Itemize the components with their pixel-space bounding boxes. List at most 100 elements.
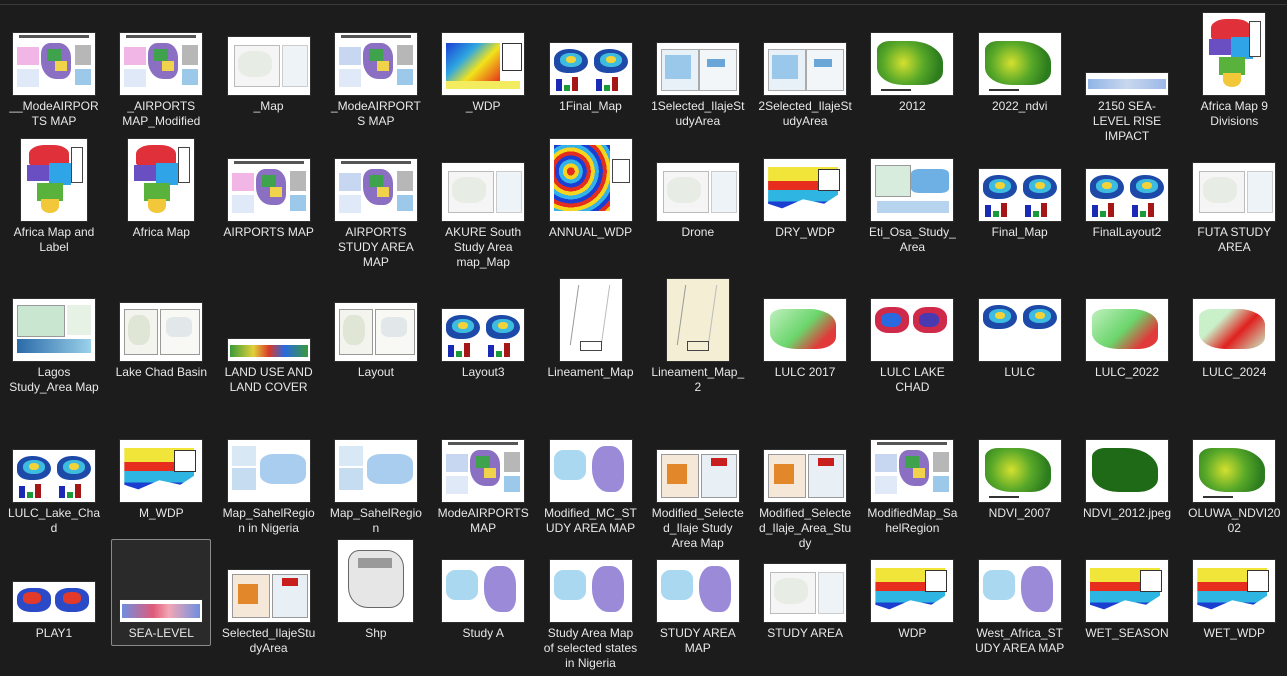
file-item[interactable]: _Map (219, 12, 319, 142)
file-item[interactable]: Modified_MC_STUDY AREA MAP (541, 419, 641, 549)
lake-core (69, 463, 79, 470)
file-thumbnail (21, 139, 87, 221)
file-item[interactable]: 2150 SEA-LEVEL RISE IMPACT (1077, 12, 1177, 143)
file-item[interactable]: 2012 (862, 12, 962, 142)
file-item[interactable]: Eti_Osa_Study_Area (862, 138, 962, 268)
file-item[interactable]: 1Final_Map (541, 12, 641, 142)
file-name: Africa Map 9 Divisions (1200, 99, 1268, 128)
file-item[interactable]: Map_SahelRegion (326, 419, 426, 549)
chart-bar (456, 351, 463, 357)
file-item[interactable]: NDVI_2007 (970, 419, 1070, 549)
file-thumbnail (978, 169, 1061, 221)
inset-map (338, 69, 361, 87)
inset-map (182, 69, 199, 85)
file-name: Africa Map (132, 225, 190, 239)
file-item[interactable]: Study A (433, 539, 533, 646)
file-item[interactable]: FUTA STUDY AREA (1184, 138, 1284, 268)
file-item[interactable]: 1Selected_IlajeStudyArea (648, 12, 748, 142)
file-item[interactable]: Final_Map (970, 138, 1070, 268)
inset-map (396, 195, 413, 211)
file-item[interactable]: _ModeAIRPORTS MAP (326, 12, 426, 142)
file-item[interactable]: M_WDP (111, 419, 211, 549)
file-item[interactable]: ModifiedMap_SahelRegion (862, 419, 962, 549)
inset-map (67, 305, 91, 335)
legend-box (1247, 570, 1270, 592)
file-item[interactable]: LULC 2017 (755, 278, 855, 408)
lagos-strip (877, 201, 950, 213)
file-item[interactable]: Africa Map 9 Divisions (1184, 12, 1284, 142)
file-item[interactable]: LULC_Lake_Chad (4, 419, 104, 549)
file-item[interactable]: Africa Map and Label (4, 138, 104, 268)
file-item[interactable]: Africa Map (111, 138, 211, 268)
file-item[interactable]: Lake Chad Basin (111, 278, 211, 408)
file-item[interactable]: FinalLayout2 (1077, 138, 1177, 268)
region-shape (128, 315, 151, 345)
lake-core (1102, 182, 1112, 189)
file-item[interactable]: LULC_2022 (1077, 278, 1177, 408)
file-item[interactable]: Drone (648, 138, 748, 268)
file-item[interactable]: STUDY AREA (755, 539, 855, 646)
file-item[interactable]: OLUWA_NDVI2002 (1184, 419, 1284, 549)
file-item[interactable]: Study Area Map of selected states in Nig… (541, 539, 641, 670)
file-item[interactable]: LULC (970, 278, 1070, 408)
legend-box (686, 341, 709, 351)
file-item[interactable]: _AIRPORTS MAP_Modified (111, 12, 211, 142)
chart-bar (1092, 205, 1098, 217)
sea-band (1088, 79, 1166, 89)
chart-bar (19, 486, 25, 498)
file-item[interactable]: Shp (326, 539, 426, 646)
file-thumbnail (442, 440, 525, 502)
file-item[interactable]: SEA-LEVEL (111, 539, 212, 646)
file-item[interactable]: PLAY1 (4, 539, 104, 646)
file-thumbnail (1193, 163, 1276, 221)
file-item[interactable]: 2022_ndvi (970, 12, 1070, 142)
legend-box (818, 169, 841, 191)
file-item[interactable]: 2Selected_IlajeStudyArea (755, 12, 855, 142)
file-item[interactable]: LAND USE AND LAND COVER (219, 278, 319, 408)
file-item[interactable]: Lineament_Map (541, 278, 641, 408)
file-item[interactable]: LULC_2024 (1184, 278, 1284, 408)
file-item[interactable]: LULC LAKE CHAD (862, 278, 962, 408)
thumbnail-container (1185, 540, 1283, 622)
file-item[interactable]: WDP (862, 539, 962, 646)
file-item[interactable]: _WDP (433, 12, 533, 142)
file-item[interactable]: Layout3 (433, 278, 533, 408)
file-name: ModeAIRPORTS MAP (437, 506, 529, 535)
thumbnail-container (327, 139, 425, 221)
file-item[interactable]: AIRPORTS MAP (219, 138, 319, 268)
file-item[interactable]: Lagos Study_Area Map (4, 278, 104, 408)
file-item[interactable]: West_Africa_STUDY AREA MAP (970, 539, 1070, 655)
file-item[interactable]: WET_SEASON (1077, 539, 1177, 646)
file-item[interactable]: NDVI_2012.jpeg (1077, 419, 1177, 549)
file-item[interactable]: Modified_Selected_Ilaje Study Area Map (648, 419, 748, 550)
file-item[interactable]: ModeAIRPORTS MAP (433, 419, 533, 549)
file-thumbnail (227, 339, 310, 361)
file-item[interactable]: Lineament_Map_2 (648, 278, 748, 408)
map-title (340, 161, 411, 164)
file-item[interactable]: DRY_WDP (755, 138, 855, 268)
file-item[interactable]: Modified_Selected_Ilaje_Area_Study (755, 419, 855, 550)
file-item[interactable]: AIRPORTS STUDY AREA MAP (326, 138, 426, 269)
scale-bar (881, 89, 912, 91)
chart-bar (1132, 205, 1138, 217)
file-item[interactable]: Map_SahelRegion in Nigeria (219, 419, 319, 549)
inset-map (281, 45, 308, 87)
file-item[interactable]: Layout (326, 278, 426, 408)
file-thumbnail (334, 303, 417, 361)
file-thumbnail (338, 540, 414, 622)
state-fill (162, 61, 175, 71)
file-thumbnail (120, 33, 203, 95)
file-item[interactable]: AKURE South Study Area map_Map (433, 138, 533, 269)
thumbnail-container (756, 13, 854, 95)
file-item[interactable]: WET_WDP (1184, 539, 1284, 646)
inset-map (446, 454, 469, 472)
file-thumbnail (13, 582, 95, 622)
file-item[interactable]: STUDY AREA MAP (648, 539, 748, 655)
file-item[interactable]: __ModeAIRPORTS MAP (4, 12, 104, 142)
chart-bar (1140, 211, 1146, 217)
file-item[interactable]: ANNUAL_WDP (541, 138, 641, 268)
file-item[interactable]: Selected_IlajeStudyArea (219, 539, 319, 655)
state-fill (476, 456, 491, 468)
file-thumbnail (120, 440, 203, 502)
lake-core (23, 592, 41, 604)
